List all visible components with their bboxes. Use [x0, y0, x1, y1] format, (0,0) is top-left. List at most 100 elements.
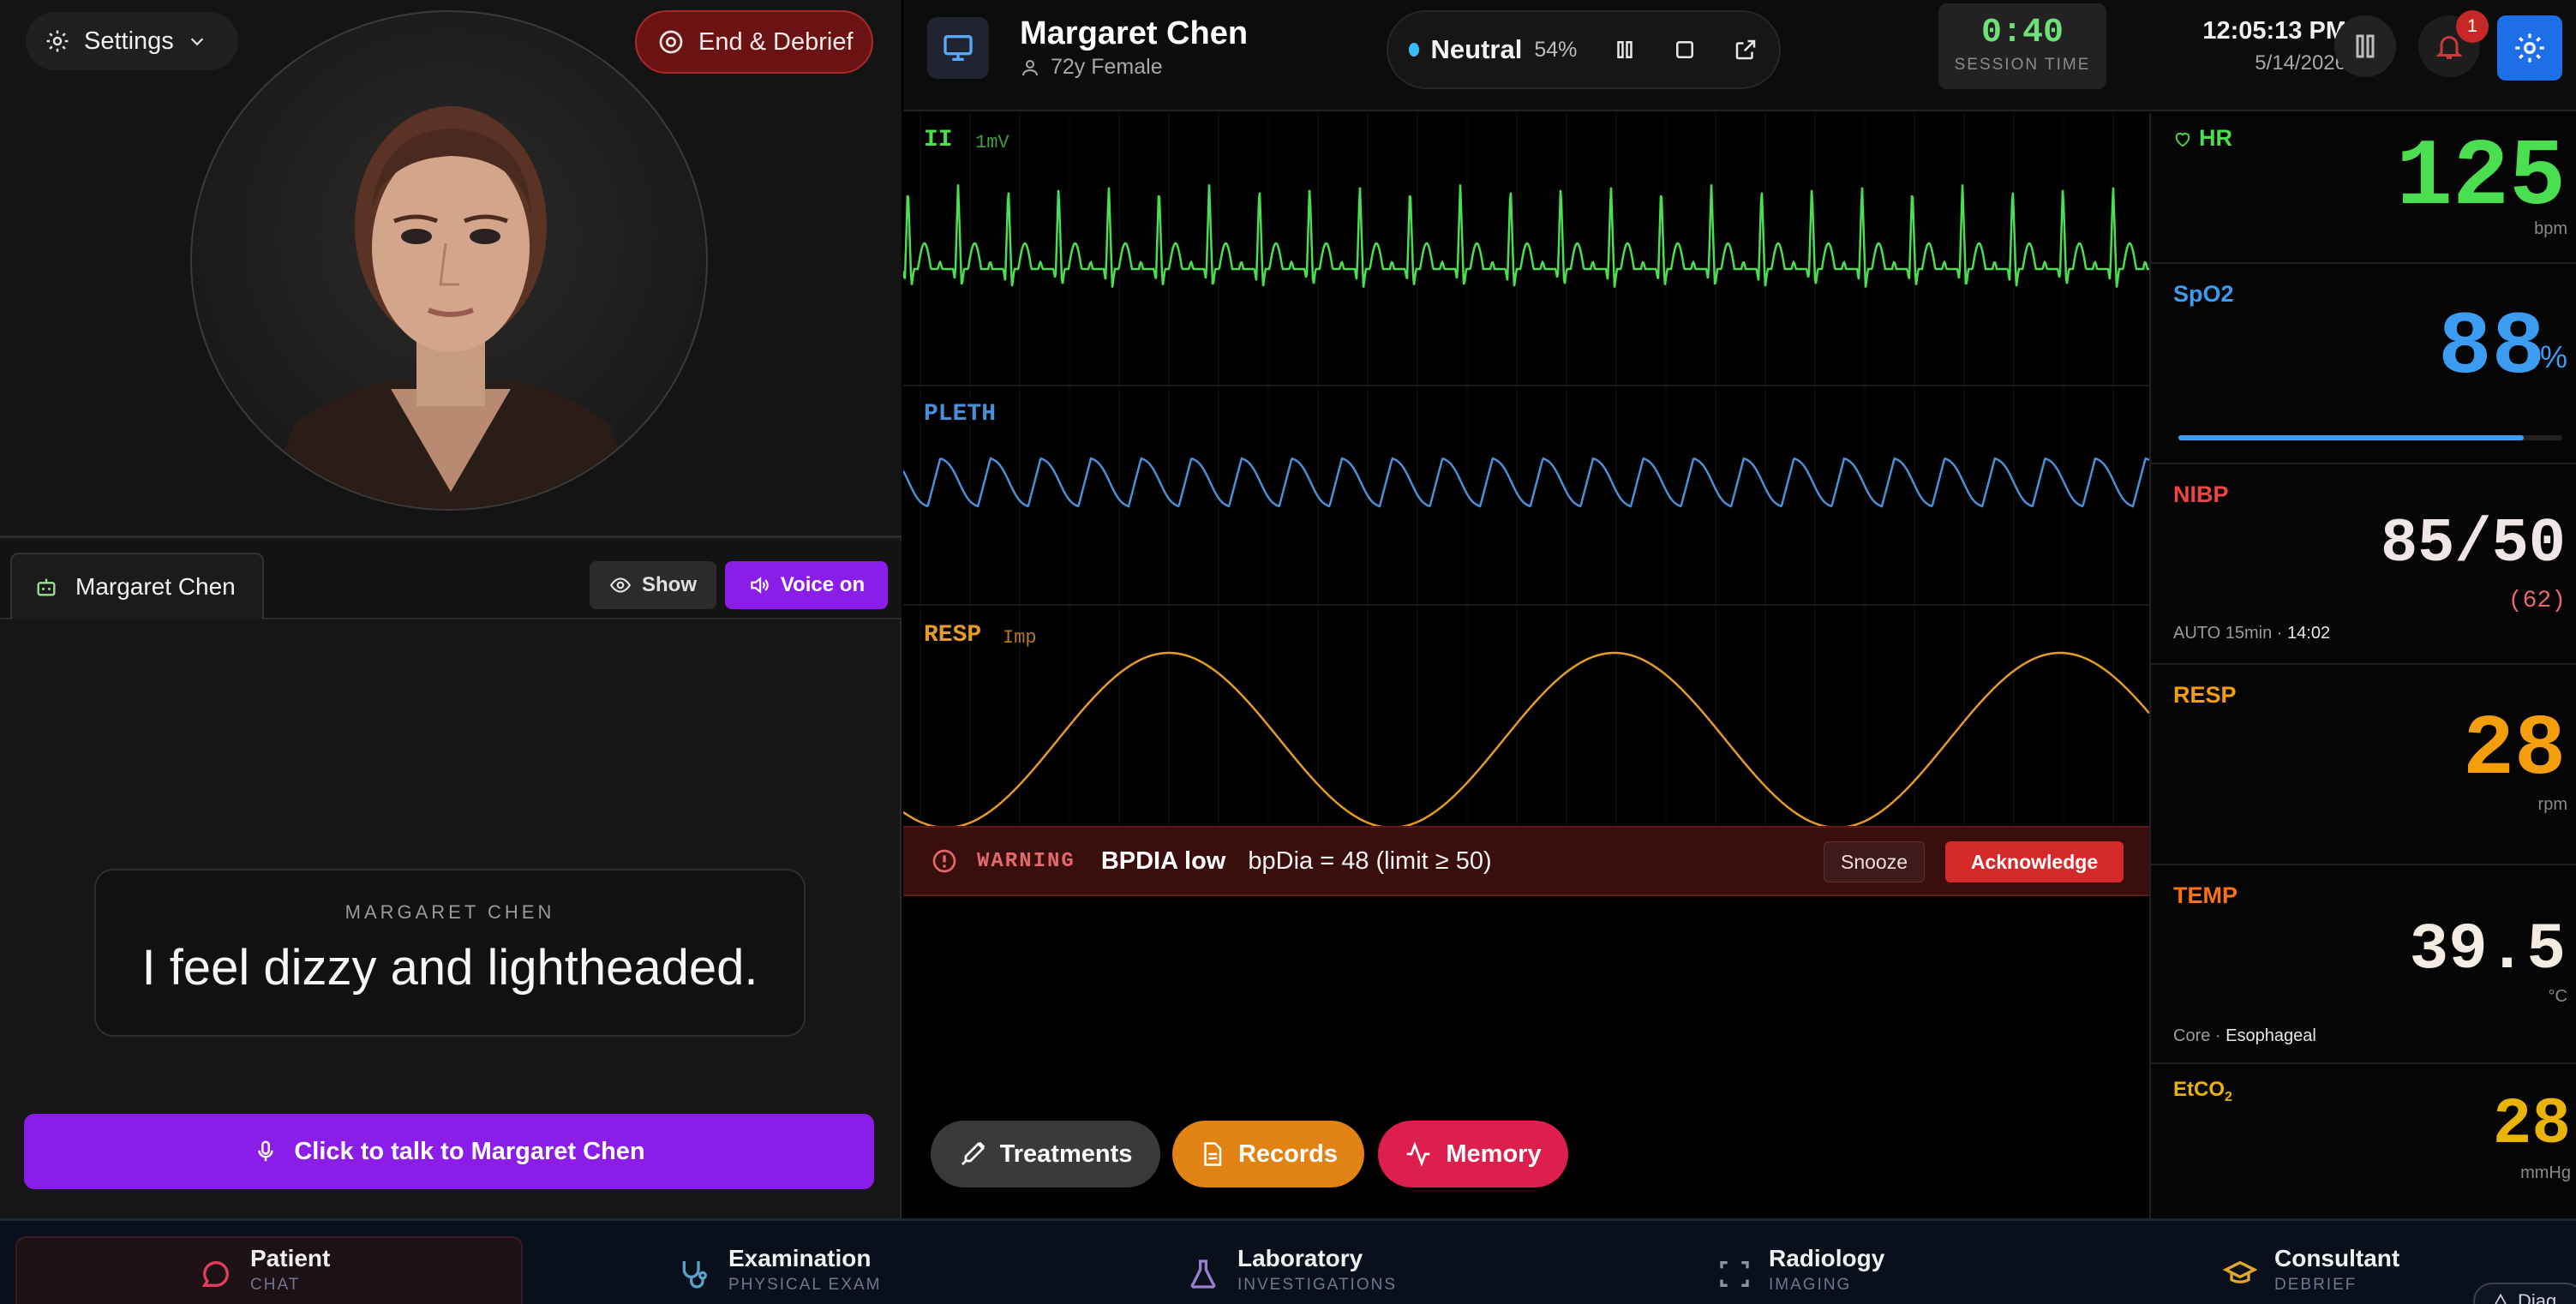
speech-bubble: MARGARET CHEN I feel dizzy and lighthead… [94, 869, 806, 1037]
patient-avatar [190, 10, 708, 511]
nav-title: Laboratory [1237, 1245, 1363, 1271]
notifications-button[interactable]: 1 [2418, 10, 2489, 77]
chat-tab-label: Margaret Chen [75, 573, 236, 600]
temp-note-site: Esophageal [2226, 1026, 2316, 1045]
nibp-note-prefix: AUTO 15min · [2173, 624, 2283, 643]
bottom-nav: Patient CHAT Examination PHYSICAL EXAM L… [0, 1218, 2576, 1304]
session-time-value: 0:40 [1980, 14, 2064, 52]
nav-item-consultant[interactable]: Consultant DEBRIEF [2223, 1238, 2399, 1304]
resp-sub: Imp [1003, 627, 1037, 649]
temp-label: TEMP [2173, 882, 2238, 908]
nibp-mean: (62) [2507, 588, 2566, 614]
resp-vital-value: 28 [2462, 703, 2566, 799]
chat-tab-patient[interactable]: Margaret Chen [10, 553, 264, 619]
resp-waveform [903, 651, 2149, 828]
vital-nibp[interactable]: NIBP 85/50 (62) AUTO 15min · 14:02 [2151, 464, 2576, 665]
clock-time: 12:05:13 PM [2202, 17, 2346, 45]
settings-button[interactable]: Settings [26, 12, 238, 70]
alarm-name: BPDIA low [1100, 846, 1226, 875]
stop-button[interactable] [1670, 29, 1700, 70]
nav-item-examination[interactable]: Examination PHYSICAL EXAM [677, 1238, 881, 1304]
spo2-label: SpO2 [2173, 281, 2234, 307]
etco2-label: EtCO [2173, 1078, 2225, 1101]
settings-label: Settings [84, 27, 174, 55]
talk-button[interactable]: Click to talk to Margaret Chen [24, 1114, 874, 1189]
popout-button[interactable] [1730, 29, 1760, 70]
vital-spo2[interactable]: SpO2 88 % [2151, 264, 2576, 464]
left-panel: Settings End & Debrief Margaret Chen Sho… [0, 0, 902, 1218]
nibp-note-time: 14:02 [2287, 624, 2331, 643]
nav-sub: DEBRIEF [2274, 1276, 2357, 1294]
nav-item-patient[interactable]: Patient CHAT [199, 1238, 330, 1304]
square-icon [1676, 41, 1694, 58]
flask-icon [1190, 1259, 1216, 1289]
gear-icon [46, 30, 69, 52]
etco2-label-wrap: EtCO2 [2173, 1078, 2232, 1105]
show-button[interactable]: Show [590, 561, 716, 609]
end-debrief-label: End & Debrief [698, 27, 854, 56]
nibp-value: 85/50 [2380, 509, 2566, 579]
alarm-banner: WARNING BPDIA low bpDia = 48 (limit ≥ 50… [903, 826, 2149, 896]
acknowledge-button[interactable]: Acknowledge [1945, 841, 2124, 882]
voice-label: Voice on [780, 573, 866, 596]
alarm-detail: bpDia = 48 (limit ≥ 50) [1248, 846, 1492, 875]
resp-vital-label: RESP [2173, 682, 2237, 708]
vital-temp[interactable]: TEMP 39.5 °C Core · Esophageal [2151, 865, 2576, 1064]
snooze-button[interactable]: Snooze [1824, 841, 1925, 882]
hr-unit: bpm [2534, 219, 2567, 238]
records-button[interactable]: Records [1172, 1121, 1364, 1187]
microphone-icon [258, 1140, 274, 1162]
monitor-settings-button[interactable] [2497, 15, 2562, 81]
gear-icon [2515, 33, 2544, 63]
pause-icon [1616, 41, 1632, 58]
speech-text: I feel dizzy and lightheaded. [141, 940, 758, 996]
temp-note-prefix: Core · [2173, 1026, 2221, 1045]
vital-hr[interactable]: HR 125 bpm [2151, 113, 2576, 264]
nav-title: Radiology [1769, 1245, 1885, 1271]
diagnosis-button[interactable]: Diag [2473, 1283, 2576, 1304]
clock-date: 5/14/2026 [2255, 51, 2346, 75]
document-icon [1204, 1142, 1222, 1166]
chat-tab-bar: Margaret Chen Show Voice on [0, 541, 902, 619]
temp-unit: °C [2548, 987, 2567, 1006]
external-link-icon [1735, 39, 1755, 60]
syringe-icon [961, 1141, 985, 1165]
etco2-label-sub: 2 [2225, 1089, 2232, 1104]
scan-icon [1720, 1261, 1749, 1287]
ecg-label: II [924, 127, 953, 153]
resp-label: RESP [924, 622, 982, 649]
nav-sub: IMAGING [1769, 1276, 1852, 1294]
voice-toggle-button[interactable]: Voice on [725, 561, 888, 609]
vital-etco2[interactable]: EtCO2 28 mmHg [2151, 1064, 2576, 1218]
treatments-label: Treatments [999, 1140, 1133, 1168]
pause-emotion-button[interactable] [1609, 29, 1639, 70]
stop-circle-icon [659, 30, 683, 54]
pause-icon [2356, 34, 2375, 58]
patient-details: 72y Female [1020, 55, 1163, 80]
heart-icon [2175, 132, 2190, 147]
monitor-tools-area: Treatments Records Memory [903, 896, 2149, 1218]
nav-item-laboratory-text: Laboratory INVESTIGATIONS [1237, 1238, 1397, 1295]
talk-button-label: Click to talk to Margaret Chen [294, 1137, 645, 1165]
vitals-panel: HR 125 bpm SpO2 88 % NIBP 85/50 (62) AUT… [2149, 113, 2576, 1218]
alert-circle-icon [932, 849, 956, 873]
nav-item-radiology[interactable]: Radiology IMAGING [1717, 1238, 1884, 1304]
monitor-view-button[interactable] [927, 17, 989, 79]
temp-value: 39.5 [2409, 913, 2566, 987]
treatments-button[interactable]: Treatments [931, 1121, 1160, 1187]
nav-item-radiology-text: Radiology IMAGING [1769, 1238, 1884, 1295]
pause-simulation-button[interactable] [2334, 15, 2396, 77]
nav-item-laboratory[interactable]: Laboratory INVESTIGATIONS [1186, 1238, 1397, 1304]
notification-badge: 1 [2456, 10, 2489, 43]
speaker-icon [751, 577, 769, 594]
hr-label: HR [2199, 125, 2232, 151]
emotion-indicator: Neutral 54% [1387, 10, 1781, 89]
vital-resp[interactable]: RESP 28 rpm [2151, 665, 2576, 865]
memory-button[interactable]: Memory [1378, 1121, 1568, 1187]
end-debrief-button[interactable]: End & Debrief [635, 10, 873, 74]
nav-sub: INVESTIGATIONS [1237, 1276, 1398, 1294]
warning-triangle-icon [2495, 1293, 2507, 1304]
chevron-down-icon [190, 38, 204, 46]
hr-value: 125 [2395, 125, 2566, 232]
monitor-icon [944, 35, 973, 61]
